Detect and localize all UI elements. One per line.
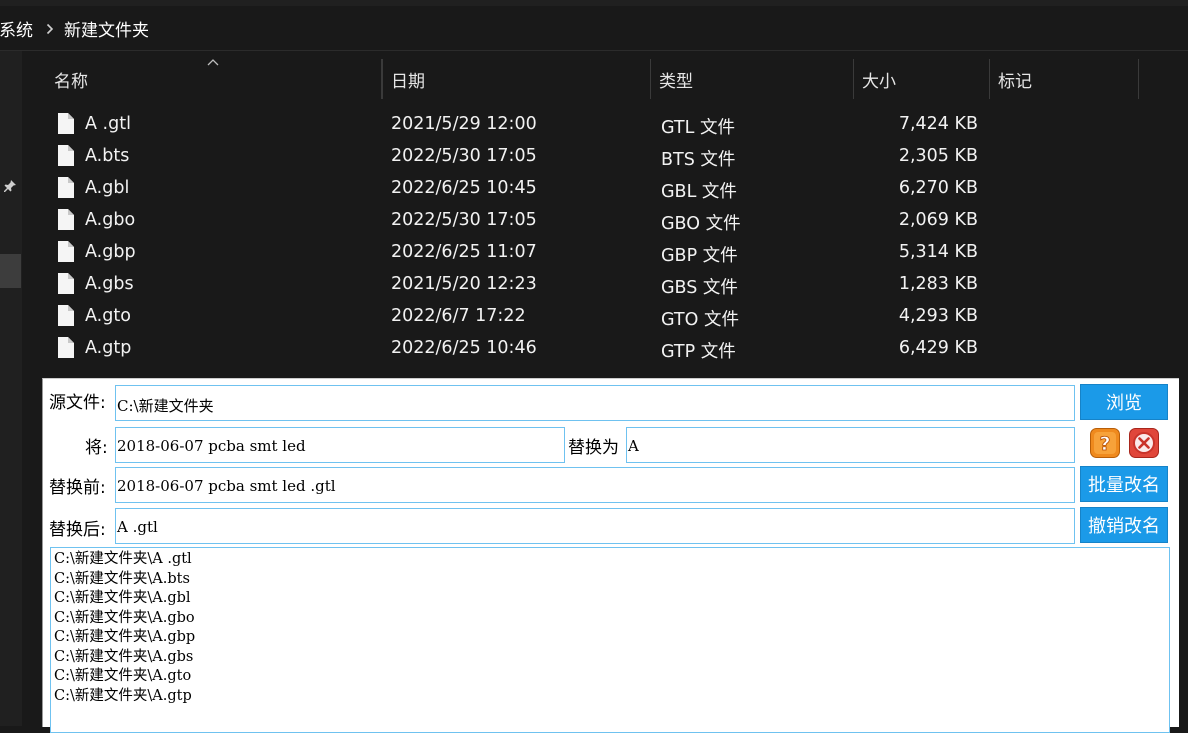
replace-with-label: 替换为 bbox=[568, 438, 619, 458]
file-name: A.bts bbox=[85, 146, 130, 166]
column-header-tags[interactable]: 标记 bbox=[990, 59, 1139, 99]
file-type: BTS 文件 bbox=[661, 150, 736, 170]
file-name: A.gbl bbox=[85, 178, 130, 198]
batch-rename-window: 源文件: C:\新建文件夹 浏览 将: 2018-06-07 pcba smt … bbox=[42, 378, 1179, 733]
file-size: 2,305 KB bbox=[898, 146, 978, 166]
file-date: 2022/6/25 11:07 bbox=[391, 242, 537, 262]
file-type: GTO 文件 bbox=[661, 310, 739, 330]
column-header: 名称 日期 类型 大小 标记 bbox=[22, 59, 1188, 99]
find-label: 将: bbox=[85, 438, 108, 458]
file-size: 5,314 KB bbox=[898, 242, 978, 262]
after-label: 替换后: bbox=[49, 520, 106, 540]
pin-icon[interactable] bbox=[2, 178, 18, 194]
file-size: 1,283 KB bbox=[898, 274, 978, 294]
column-header-size[interactable]: 大小 bbox=[854, 59, 990, 99]
before-label: 替换前: bbox=[49, 478, 106, 498]
column-header-type[interactable]: 类型 bbox=[651, 59, 854, 99]
file-date: 2021/5/29 12:00 bbox=[391, 114, 537, 134]
log-line: C:\新建文件夹\A .gtl bbox=[54, 551, 192, 567]
svg-text:?: ? bbox=[1099, 433, 1110, 455]
log-line: C:\新建文件夹\A.gtp bbox=[54, 687, 192, 704]
file-name: A.gbp bbox=[85, 242, 136, 262]
file-date: 2022/5/30 17:05 bbox=[391, 146, 537, 166]
file-icon bbox=[58, 337, 74, 358]
log-line: C:\新建文件夹\A.gbs bbox=[54, 648, 194, 665]
file-size: 4,293 KB bbox=[898, 306, 978, 326]
undo-rename-button[interactable]: 撤销改名 bbox=[1080, 507, 1168, 543]
browse-button[interactable]: 浏览 bbox=[1080, 384, 1168, 420]
file-size: 2,069 KB bbox=[898, 210, 978, 230]
file-date: 2022/6/7 17:22 bbox=[391, 306, 526, 326]
column-header-name[interactable]: 名称 bbox=[46, 59, 382, 99]
file-size: 7,424 KB bbox=[898, 114, 978, 134]
file-icon bbox=[58, 305, 74, 326]
before-name-input[interactable]: 2018-06-07 pcba smt led .gtl bbox=[115, 467, 1075, 503]
batch-rename-button[interactable]: 批量改名 bbox=[1080, 466, 1168, 502]
table-row[interactable]: A.gbp 2022/6/25 11:07 GBP 文件 5,314 KB bbox=[22, 237, 1142, 269]
navigation-selected-item[interactable] bbox=[0, 254, 21, 288]
file-size: 6,429 KB bbox=[898, 338, 978, 358]
breadcrumb-item-current[interactable]: 新建文件夹 bbox=[64, 16, 149, 41]
table-row[interactable]: A.bts 2022/5/30 17:05 BTS 文件 2,305 KB bbox=[22, 141, 1142, 173]
table-row[interactable]: A.gbo 2022/5/30 17:05 GBO 文件 2,069 KB bbox=[22, 205, 1142, 237]
file-date: 2022/6/25 10:46 bbox=[391, 338, 537, 358]
file-icon bbox=[58, 209, 74, 230]
find-text-input[interactable]: 2018-06-07 pcba smt led bbox=[115, 427, 565, 463]
file-name: A .gtl bbox=[85, 114, 131, 134]
table-row[interactable]: A.gtp 2022/6/25 10:46 GTP 文件 6,429 KB bbox=[22, 333, 1142, 365]
file-name: A.gbo bbox=[85, 210, 136, 230]
file-name: A.gto bbox=[85, 306, 131, 326]
replace-text-input[interactable]: A bbox=[626, 427, 1075, 463]
breadcrumb: 系统 新建文件夹 bbox=[0, 7, 1188, 51]
table-row[interactable]: A.gbl 2022/6/25 10:45 GBL 文件 6,270 KB bbox=[22, 173, 1142, 205]
log-line: C:\新建文件夹\A.gto bbox=[54, 668, 192, 684]
chevron-right-icon[interactable] bbox=[46, 23, 54, 35]
file-type: GTP 文件 bbox=[661, 342, 736, 362]
log-line: C:\新建文件夹\A.gbl bbox=[54, 590, 191, 606]
table-row[interactable]: A.gto 2022/6/7 17:22 GTO 文件 4,293 KB bbox=[22, 301, 1142, 333]
source-label: 源文件: bbox=[49, 393, 106, 413]
file-name: A.gtp bbox=[85, 338, 132, 358]
title-bar bbox=[0, 0, 1188, 6]
file-date: 2022/5/30 17:05 bbox=[391, 210, 537, 230]
file-type: GBP 文件 bbox=[661, 246, 738, 266]
file-icon bbox=[58, 241, 74, 262]
file-icon bbox=[58, 145, 74, 166]
table-row[interactable]: A .gtl 2021/5/29 12:00 GTL 文件 7,424 KB bbox=[22, 109, 1142, 141]
file-type: GBO 文件 bbox=[661, 214, 741, 234]
file-date: 2022/6/25 10:45 bbox=[391, 178, 537, 198]
file-type: GBS 文件 bbox=[661, 278, 738, 298]
file-size: 6,270 KB bbox=[898, 178, 978, 198]
close-icon[interactable] bbox=[1129, 428, 1159, 458]
log-line: C:\新建文件夹\A.gbp bbox=[54, 629, 196, 645]
file-type: GBL 文件 bbox=[661, 182, 737, 202]
file-date: 2021/5/20 12:23 bbox=[391, 274, 537, 294]
file-icon bbox=[58, 113, 74, 134]
file-icon bbox=[58, 273, 74, 294]
table-row[interactable]: A.gbs 2021/5/20 12:23 GBS 文件 1,283 KB bbox=[22, 269, 1142, 301]
file-type: GTL 文件 bbox=[661, 118, 735, 138]
file-name: A.gbs bbox=[85, 274, 134, 294]
navigation-pane bbox=[0, 51, 22, 726]
after-name-input[interactable]: A .gtl bbox=[115, 508, 1075, 544]
help-icon[interactable]: ? bbox=[1090, 428, 1120, 458]
log-line: C:\新建文件夹\A.bts bbox=[54, 570, 190, 587]
column-header-date[interactable]: 日期 bbox=[382, 59, 651, 99]
source-path-input[interactable]: C:\新建文件夹 bbox=[115, 385, 1075, 421]
result-log[interactable]: C:\新建文件夹\A .gtl C:\新建文件夹\A.bts C:\新建文件夹\… bbox=[50, 547, 1170, 733]
log-line: C:\新建文件夹\A.gbo bbox=[54, 609, 195, 626]
breadcrumb-item-parent[interactable]: 系统 bbox=[0, 16, 33, 41]
file-rows: A .gtl 2021/5/29 12:00 GTL 文件 7,424 KB A… bbox=[22, 109, 1142, 365]
file-list: 名称 日期 类型 大小 标记 A .gtl 2021/5/29 12:00 GT… bbox=[22, 51, 1188, 376]
file-icon bbox=[58, 177, 74, 198]
